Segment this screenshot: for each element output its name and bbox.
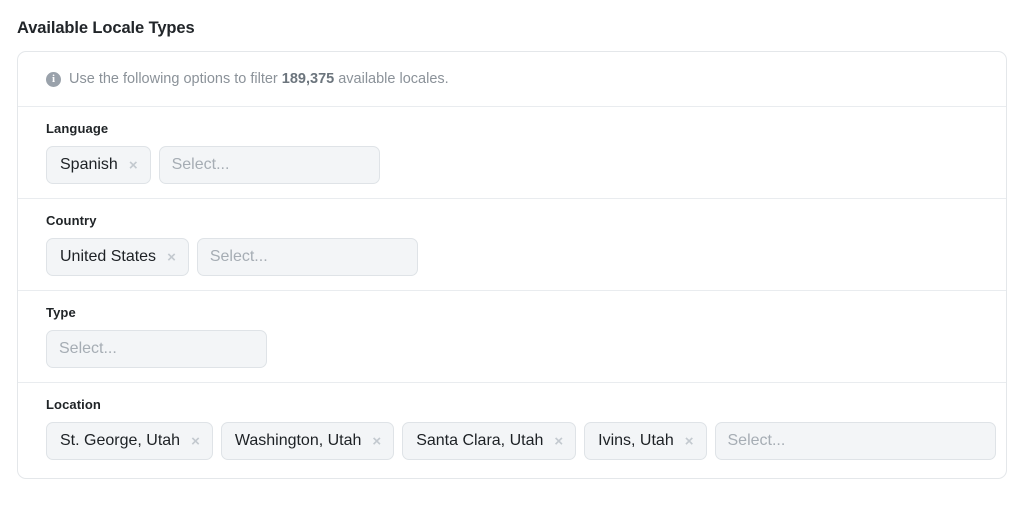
field-label-language: Language (46, 121, 109, 136)
chips-row-location: St. George, Utah × Washington, Utah × Sa… (46, 422, 1006, 460)
select-input-type[interactable]: Select... (46, 330, 267, 368)
info-banner: i Use the following options to filter 18… (18, 52, 1006, 107)
chip-remove-icon[interactable]: × (554, 434, 563, 449)
select-input-language[interactable]: Select... (158, 146, 380, 184)
chip-remove-icon[interactable]: × (685, 434, 694, 449)
info-text-suffix: available locales. (334, 71, 449, 87)
chip-country-united-states[interactable]: United States × (46, 238, 189, 276)
info-banner-text: Use the following options to filter 189,… (69, 70, 449, 88)
chips-row-language: Spanish × Select... (46, 146, 1006, 184)
available-locale-types-page: Available Locale Types i Use the followi… (0, 0, 1024, 514)
field-label-country: Country (46, 213, 97, 228)
chip-remove-icon[interactable]: × (167, 250, 176, 265)
page-title: Available Locale Types (17, 19, 195, 37)
chip-label: Spanish (60, 156, 118, 173)
chip-location-washington-utah[interactable]: Washington, Utah × (220, 422, 395, 460)
field-label-location: Location (46, 397, 101, 412)
select-input-location[interactable]: Select... (714, 422, 996, 460)
chips-row-type: Select... (46, 330, 1006, 368)
chip-remove-icon[interactable]: × (129, 158, 138, 173)
chip-remove-icon[interactable]: × (191, 434, 200, 449)
filter-section-location: Location St. George, Utah × Washington, … (18, 383, 1006, 478)
info-circle-icon: i (46, 71, 61, 87)
chip-location-santa-clara-utah[interactable]: Santa Clara, Utah × (402, 422, 577, 460)
field-label-type: Type (46, 305, 76, 320)
filter-section-country: Country United States × Select... (18, 199, 1006, 291)
chip-remove-icon[interactable]: × (372, 434, 381, 449)
chip-label: United States (60, 248, 157, 265)
chip-location-ivins-utah[interactable]: Ivins, Utah × (584, 422, 707, 460)
locale-filters-card: i Use the following options to filter 18… (17, 51, 1007, 479)
chip-label: Santa Clara, Utah (416, 432, 544, 449)
chip-language-spanish[interactable]: Spanish × (46, 146, 151, 184)
chips-row-country: United States × Select... (46, 238, 1006, 276)
available-locales-count: 189,375 (281, 71, 335, 87)
chip-label: Washington, Utah (234, 432, 362, 449)
chip-label: Ivins, Utah (598, 432, 674, 449)
info-text-prefix: Use the following options to filter (69, 71, 282, 87)
filter-section-type: Type Select... (18, 291, 1006, 383)
filter-section-language: Language Spanish × Select... (18, 107, 1006, 199)
chip-label: St. George, Utah (60, 432, 181, 449)
chip-location-st-george-utah[interactable]: St. George, Utah × (46, 422, 213, 460)
select-input-country[interactable]: Select... (196, 238, 418, 276)
